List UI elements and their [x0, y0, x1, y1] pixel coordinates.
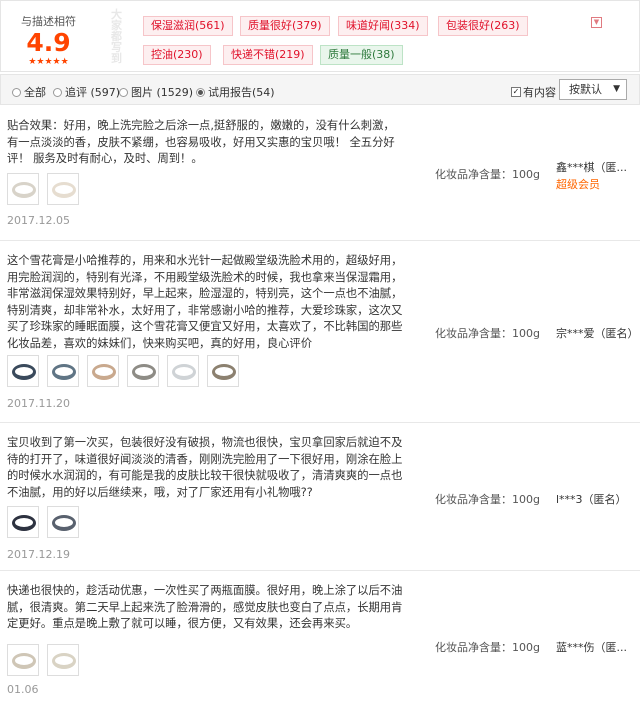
review-photo[interactable] [47, 355, 79, 387]
star-rating-icon: ★★★★★ [28, 57, 69, 67]
review-user[interactable]: l***3（匿名） [556, 491, 627, 507]
review-date: 2017.12.05 [7, 214, 70, 227]
review-text: 快递也很快的，趁活动优惠，一次性买了两瓶面膜。很好用，晚上涂了以后不油腻，很清爽… [7, 584, 403, 630]
rating-header: 与描述相符 4.9 ★★★★★ 大家都写到 保湿滋润(561) 质量很好(379… [0, 0, 640, 72]
chevron-down-icon[interactable]: ▼ [591, 17, 602, 28]
review-photos [7, 644, 79, 676]
score-box: 与描述相符 4.9 ★★★★★ [1, 1, 96, 71]
review-photo[interactable] [47, 173, 79, 205]
review-text: 贴合效果：好用，晚上洗完脸之后涂一点,挺舒服的，嫩嫩的，没有什么刺激，有一点淡淡… [7, 119, 395, 165]
radio-icon[interactable] [119, 87, 128, 97]
filter-label: 试用报告(54) [208, 86, 275, 99]
filter-photos[interactable]: 图片 (1529) [119, 84, 193, 100]
review-user[interactable]: 鑫***棋（匿... [556, 159, 627, 175]
radio-icon[interactable] [196, 87, 205, 97]
review-user[interactable]: 宗***爱（匿名） [556, 325, 639, 341]
sort-select[interactable]: 按默认 ▼ [559, 79, 627, 100]
impression-title: 大家都写到 [111, 8, 122, 65]
review-spec: 化妆品净含量：100g [435, 168, 540, 181]
review-item: 贴合效果：好用，晚上洗完脸之后涂一点,挺舒服的，嫩嫩的，没有什么刺激，有一点淡淡… [0, 106, 640, 241]
tag-positive[interactable]: 保湿滋润(561) [143, 16, 233, 36]
filter-label: 图片 (1529) [131, 86, 194, 99]
review-filter-bar: 全部 追评 (597) 图片 (1529) 试用报告(54) ✓ 有内容 按默认… [0, 74, 640, 105]
has-content-checkbox[interactable]: ✓ 有内容 [511, 84, 556, 100]
review-photo[interactable] [7, 355, 39, 387]
tag-positive[interactable]: 控油(230) [143, 45, 211, 65]
review-photo[interactable] [7, 644, 39, 676]
filter-all[interactable]: 全部 [12, 84, 46, 100]
review-photo[interactable] [207, 355, 239, 387]
filter-trial-report[interactable]: 试用报告(54) [196, 84, 275, 100]
review-photo[interactable] [127, 355, 159, 387]
review-photos [7, 173, 79, 205]
tag-positive[interactable]: 快递不错(219) [223, 45, 313, 65]
review-photos [7, 355, 239, 387]
review-text: 这个雪花膏是小哈推荐的，用来和水光针一起做殿堂级洗脸术用的，超级好用，用完脸润润… [7, 254, 403, 350]
sort-label: 按默认 [569, 83, 602, 96]
has-content-label: 有内容 [523, 86, 556, 99]
review-date: 01.06 [7, 683, 39, 696]
tag-positive[interactable]: 质量很好(379) [240, 16, 330, 36]
score-value: 4.9 [26, 28, 71, 57]
review-photo[interactable] [87, 355, 119, 387]
review-item: 快递也很快的，趁活动优惠，一次性买了两瓶面膜。很好用，晚上涂了以后不油腻，很清爽… [0, 571, 640, 705]
review-item: 宝贝收到了第一次买，包装很好没有破损，物流也很快，宝贝拿回家后就迫不及待的打开了… [0, 423, 640, 571]
filter-followup[interactable]: 追评 (597) [53, 84, 120, 100]
review-photo[interactable] [47, 644, 79, 676]
review-user[interactable]: 蓝***伤（匿... [556, 639, 627, 655]
review-date: 2017.11.20 [7, 397, 70, 410]
review-photo[interactable] [167, 355, 199, 387]
review-spec: 化妆品净含量：100g [435, 327, 540, 340]
filter-label: 追评 (597) [65, 86, 121, 99]
tag-positive[interactable]: 味道好闻(334) [338, 16, 428, 36]
radio-icon[interactable] [12, 87, 21, 97]
review-photo[interactable] [7, 173, 39, 205]
review-date: 2017.12.19 [7, 548, 70, 561]
caret-down-icon: ▼ [613, 84, 620, 94]
review-item: 这个雪花膏是小哈推荐的，用来和水光针一起做殿堂级洗脸术用的，超级好用，用完脸润润… [0, 241, 640, 423]
review-photos [7, 506, 79, 538]
radio-icon[interactable] [53, 87, 62, 97]
review-spec: 化妆品净含量：100g [435, 493, 540, 506]
review-photo[interactable] [47, 506, 79, 538]
review-spec: 化妆品净含量：100g [435, 641, 540, 654]
member-badge: 超级会员 [556, 178, 600, 191]
tag-negative[interactable]: 质量一般(38) [320, 45, 403, 65]
review-text: 宝贝收到了第一次买，包装很好没有破损，物流也很快，宝贝拿回家后就迫不及待的打开了… [7, 436, 403, 499]
filter-label: 全部 [24, 86, 46, 99]
review-photo[interactable] [7, 506, 39, 538]
checkbox-icon[interactable]: ✓ [511, 87, 521, 97]
tag-positive[interactable]: 包装很好(263) [438, 16, 528, 36]
score-label: 与描述相符 [21, 15, 76, 28]
